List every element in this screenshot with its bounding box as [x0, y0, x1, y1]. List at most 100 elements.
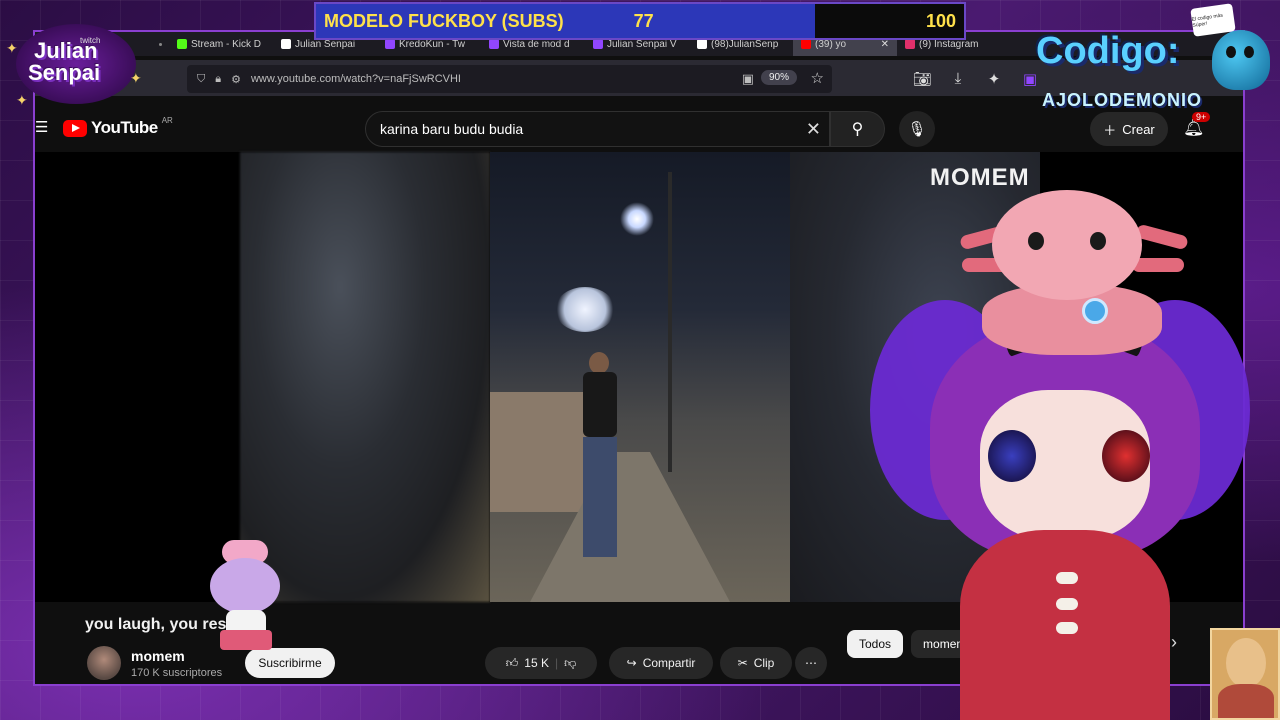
share-label: Compartir	[642, 656, 696, 670]
browser-tab[interactable]	[155, 32, 169, 56]
person-shirt	[583, 372, 617, 437]
video-watermark: MOMEM	[930, 164, 1030, 191]
search-icon: ⚲	[851, 121, 864, 138]
video-frame	[490, 152, 790, 602]
share-icon: ↪	[626, 656, 637, 670]
browser-tab-label: KredoKun - Tw	[399, 38, 465, 50]
youtube-icon	[801, 39, 811, 49]
toolbar-icons: 📷︎ ⤓ ✦ ▣	[913, 70, 1039, 88]
extension-icon[interactable]: ✦	[985, 70, 1003, 88]
close-tab-icon[interactable]: ✕	[881, 39, 889, 50]
address-bar[interactable]: ⛉ 🔒︎ ⚙ www.youtube.com/watch?v=naFjSwRCV…	[187, 65, 832, 93]
chibi-sticker	[200, 540, 290, 650]
axolotl-eye	[1028, 232, 1044, 250]
dislike-icon[interactable]: 👎︎	[564, 656, 576, 671]
more-actions-button[interactable]: ⋯	[795, 647, 827, 679]
sub-goal-title: MODELO FUCKBOY (SUBS)	[324, 10, 564, 31]
youtube-logo[interactable]: YouTube AR	[63, 115, 173, 138]
screenshot-icon[interactable]: 📷︎	[913, 70, 932, 88]
sub-goal-current: 77	[633, 10, 654, 31]
browser-tab-label: Vista de mod d	[503, 38, 570, 50]
sub-goal-remaining: 100	[814, 4, 964, 38]
avatar-eye-left	[988, 430, 1036, 482]
video-blur-left	[240, 152, 490, 602]
avatar-eye-right	[1102, 430, 1150, 482]
instagram-icon	[905, 39, 915, 49]
browser-tab-label: (39) yo	[815, 38, 847, 50]
award-ribbon-icon	[1082, 298, 1108, 324]
subscriber-count: 170 K suscriptores	[131, 667, 223, 679]
youtube-play-icon	[63, 119, 87, 137]
hoodie-toggle	[1056, 572, 1078, 584]
kick-icon	[177, 39, 187, 49]
microphone-icon: 🎙︎	[907, 121, 927, 138]
create-label: Crear	[1122, 121, 1155, 137]
twitch-icon	[593, 39, 603, 49]
download-icon[interactable]: ⤓	[949, 70, 967, 88]
hoodie-toggle	[1056, 622, 1078, 634]
voice-search-button[interactable]: 🎙︎	[899, 111, 935, 147]
chibi-skirt	[220, 630, 272, 650]
like-icon[interactable]: 👍︎	[506, 656, 519, 671]
code-value: AJOLODEMONIO	[1042, 90, 1203, 110]
shield-icon[interactable]: ⛉	[197, 73, 205, 86]
portrait-sticker	[1210, 628, 1280, 720]
notifications-button[interactable]: 🔔︎ 9+	[1183, 112, 1211, 138]
star-icon: ✦	[16, 92, 28, 108]
sub-goal-bar: MODELO FUCKBOY (SUBS) 77 100	[314, 2, 966, 40]
chibi-head	[210, 558, 280, 614]
picture-in-picture-icon[interactable]: ▣	[742, 71, 754, 87]
search-query[interactable]: karina baru budu budia	[380, 121, 523, 137]
channel-name[interactable]: momem	[131, 648, 185, 664]
plus-icon: ＋	[1103, 122, 1117, 138]
like-dislike-group: 👍︎ 15 K | 👎︎	[485, 647, 597, 679]
browser-tab-label: (98)JulianSenp	[711, 38, 779, 50]
axolotl-gill	[1135, 223, 1189, 251]
person-head	[589, 352, 609, 374]
browser-tab-label: Stream - Kick D	[191, 38, 262, 50]
menu-icon[interactable]: ☰	[35, 118, 48, 136]
axolotl-eye	[1090, 232, 1106, 250]
tiktok-icon	[697, 39, 707, 49]
search-button[interactable]: ⚲	[830, 111, 885, 147]
scissors-icon: ✂	[737, 656, 748, 670]
hoodie-toggle	[1056, 598, 1078, 610]
like-count[interactable]: 15 K	[524, 656, 549, 670]
portrait-face	[1226, 638, 1266, 688]
search-input[interactable]: karina baru budu budia ✕	[365, 111, 830, 147]
streamer-logo: twitch Julian Senpai	[6, 14, 146, 104]
share-button[interactable]: ↪ Compartir	[609, 647, 713, 679]
star-icon: ✦	[6, 40, 18, 56]
street-lamp	[620, 202, 654, 236]
browser-tab-label: Julian Senpai	[295, 38, 356, 50]
sub-goal-target: 100	[925, 10, 956, 31]
browser-tab[interactable]: Stream - Kick D	[169, 32, 273, 56]
twitch-icon	[385, 39, 395, 49]
vtuber-avatar	[870, 190, 1250, 720]
subscribe-button[interactable]: Suscribirme	[245, 648, 335, 678]
axolotl-head	[992, 190, 1142, 300]
creator-code-banner: Codigo: AJOLODEMONIO	[1036, 30, 1280, 120]
clip-button[interactable]: ✂ Clip	[720, 647, 792, 679]
youtube-wordmark: YouTube	[91, 118, 158, 137]
url-text[interactable]: www.youtube.com/watch?v=naFjSwRCVHI	[251, 73, 461, 85]
clear-search-icon[interactable]: ✕	[806, 119, 821, 140]
browser-tab-label: Julian Senpai V	[607, 38, 677, 50]
lock-icon[interactable]: 🔒︎	[215, 73, 221, 86]
more-icon: ⋯	[805, 656, 817, 670]
x-icon	[281, 39, 291, 49]
person	[575, 352, 625, 582]
logo-line-2: Senpai	[28, 60, 101, 85]
divider: |	[554, 656, 559, 670]
portrait-robe	[1218, 684, 1274, 718]
permissions-icon[interactable]: ⚙	[231, 73, 241, 86]
mascot-icon	[1212, 30, 1270, 90]
bookmark-star-icon[interactable]: ☆	[811, 69, 824, 87]
water-splash	[555, 287, 615, 332]
region-code: AR	[161, 115, 173, 125]
zoom-level[interactable]: 90%	[760, 70, 797, 85]
sticker-note: El codigo más Súper!	[1190, 3, 1236, 37]
sub-goal-fill: MODELO FUCKBOY (SUBS) 77	[316, 4, 815, 38]
clip-label: Clip	[753, 656, 775, 670]
channel-avatar[interactable]	[87, 646, 121, 680]
